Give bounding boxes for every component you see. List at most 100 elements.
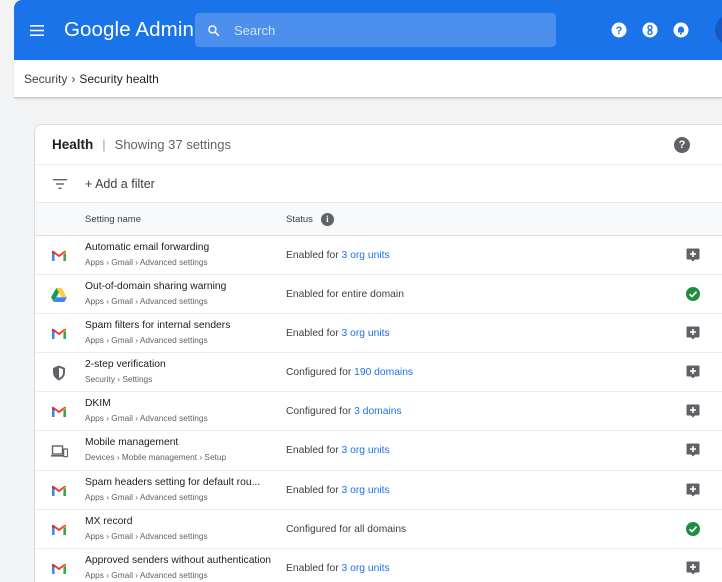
setting-name[interactable]: Mobile management	[85, 437, 178, 448]
table-row[interactable]: MX record Apps › Gmail › Advanced settin…	[35, 510, 722, 549]
table-row[interactable]: DKIM Apps › Gmail › Advanced settings Co…	[35, 392, 722, 432]
setting-name[interactable]: Approved senders without authentication	[85, 555, 271, 566]
status-text: Configured for all domains	[286, 523, 407, 535]
search-input[interactable]	[234, 22, 534, 38]
gmail-icon	[50, 561, 68, 577]
settings-table-body: Automatic email forwarding Apps › Gmail …	[35, 236, 722, 582]
table-row[interactable]: Automatic email forwarding Apps › Gmail …	[35, 236, 722, 276]
column-status[interactable]: Status i	[286, 212, 334, 226]
search-icon	[208, 24, 220, 36]
status-text: Enabled for	[286, 328, 342, 340]
setting-name[interactable]: Out-of-domain sharing warning	[85, 281, 226, 292]
breadcrumb-security-link[interactable]: Security	[24, 72, 67, 86]
status-link[interactable]: 3 org units	[342, 328, 390, 339]
account-avatar[interactable]	[715, 15, 722, 45]
setting-path: Devices › Mobile management › Setup	[85, 452, 227, 463]
setting-path: Apps › Gmail › Advanced settings	[85, 335, 208, 346]
status-link[interactable]: 3 org units	[342, 445, 390, 456]
status-link[interactable]: 3 org units	[342, 485, 390, 496]
table-row[interactable]: Spam headers setting for default rou... …	[35, 471, 722, 510]
gmail-icon	[50, 404, 68, 420]
shield-icon	[50, 365, 68, 381]
status-link[interactable]: 3 org units	[342, 563, 390, 574]
status-link[interactable]: 190 domains	[354, 367, 413, 378]
breadcrumb-current-page: Security health	[79, 71, 159, 86]
setting-path: Apps › Gmail › Advanced settings	[85, 296, 208, 307]
setting-path: Apps › Gmail › Advanced settings	[85, 530, 208, 541]
setting-name[interactable]: Spam filters for internal senders	[85, 320, 230, 331]
status-text: Enabled for	[286, 250, 342, 261]
help-button[interactable]: ?	[610, 21, 628, 39]
support-button[interactable]	[641, 21, 659, 39]
filter-bar: + Add a filter	[35, 165, 722, 203]
status-text: Configured for	[286, 406, 355, 418]
column-setting-name[interactable]: Setting name	[85, 214, 141, 225]
add-comment-icon[interactable]	[686, 443, 700, 457]
google-admin-logo[interactable]: Google Admin	[64, 18, 194, 42]
setting-status: Enabled for 3 org units	[286, 250, 390, 261]
setting-path: Apps › Gmail › Advanced settings	[85, 569, 208, 580]
check-circle-icon[interactable]	[686, 521, 700, 536]
setting-path: Apps › Gmail › Advanced settings	[85, 257, 208, 267]
logo-admin-text: Admin	[135, 18, 194, 41]
table-row[interactable]: 2-step verification Security › Settings …	[35, 353, 722, 393]
add-comment-icon[interactable]	[686, 483, 700, 497]
card-help-icon[interactable]: ?	[674, 137, 690, 153]
setting-status: Configured for 3 domains	[286, 406, 402, 417]
svg-text:?: ?	[616, 25, 623, 37]
status-text: Enabled for	[286, 445, 342, 457]
help-icon: ?	[611, 22, 627, 38]
gmail-icon	[50, 326, 68, 342]
gmail-icon	[50, 522, 68, 538]
add-comment-icon[interactable]	[686, 404, 700, 418]
setting-status: Configured for all domains	[286, 524, 406, 535]
breadcrumb: Security › Security health	[14, 60, 722, 98]
table-row[interactable]: Spam filters for internal senders Apps ›…	[35, 314, 722, 354]
status-link[interactable]: 3 domains	[354, 406, 402, 417]
chevron-right-icon: ›	[71, 71, 76, 86]
table-row[interactable]: Out-of-domain sharing warning Apps › Gma…	[35, 275, 722, 315]
add-comment-icon[interactable]	[686, 365, 700, 379]
logo-google-text: Google	[64, 18, 131, 41]
gmail-icon	[50, 483, 68, 499]
hamburger-menu-icon	[30, 24, 44, 36]
settings-count: Showing 37 settings	[114, 137, 232, 152]
header-divider: |	[102, 137, 106, 152]
support-icon	[642, 22, 658, 38]
setting-status: Enabled for 3 org units	[286, 445, 390, 456]
add-filter-button[interactable]: + Add a filter	[85, 177, 155, 191]
setting-status: Configured for 190 domains	[286, 367, 413, 378]
add-comment-icon[interactable]	[686, 248, 700, 262]
status-text: Enabled for	[286, 484, 342, 496]
setting-status: Enabled for entire domain	[286, 289, 404, 300]
notifications-button[interactable]	[672, 21, 690, 39]
table-row[interactable]: Approved senders without authentication …	[35, 549, 722, 582]
status-text: Configured for	[286, 367, 355, 379]
app-header: Google Admin ?	[14, 0, 722, 60]
setting-name[interactable]: MX record	[85, 516, 133, 527]
search-bar[interactable]	[195, 13, 556, 47]
setting-name[interactable]: Automatic email forwarding	[85, 242, 209, 253]
filter-list-icon[interactable]	[53, 178, 69, 189]
setting-name[interactable]: 2-step verification	[85, 359, 166, 370]
google-drive-icon	[50, 287, 68, 303]
status-link[interactable]: 3 org units	[342, 250, 390, 261]
setting-name[interactable]: DKIM	[85, 398, 111, 409]
column-status-label: Status	[286, 213, 313, 225]
add-comment-icon[interactable]	[686, 326, 700, 340]
table-row[interactable]: Mobile management Devices › Mobile manag…	[35, 431, 722, 471]
info-icon[interactable]: i	[320, 212, 334, 226]
main-menu-button[interactable]	[26, 0, 48, 60]
status-text: Enabled for entire domain	[286, 289, 404, 301]
setting-path: Apps › Gmail › Advanced settings	[85, 413, 208, 424]
add-comment-icon[interactable]	[686, 561, 700, 575]
card-header: Health | Showing 37 settings ?	[35, 125, 722, 165]
check-circle-icon[interactable]	[686, 287, 700, 302]
devices-icon	[50, 443, 68, 459]
card-title: Health	[52, 137, 94, 152]
health-card: Health | Showing 37 settings ? + Add a f…	[34, 124, 722, 582]
setting-name[interactable]: Spam headers setting for default rou...	[85, 477, 260, 488]
status-text: Enabled for	[286, 562, 342, 574]
table-header: Setting name Status i	[35, 203, 722, 236]
bell-icon	[673, 22, 689, 38]
